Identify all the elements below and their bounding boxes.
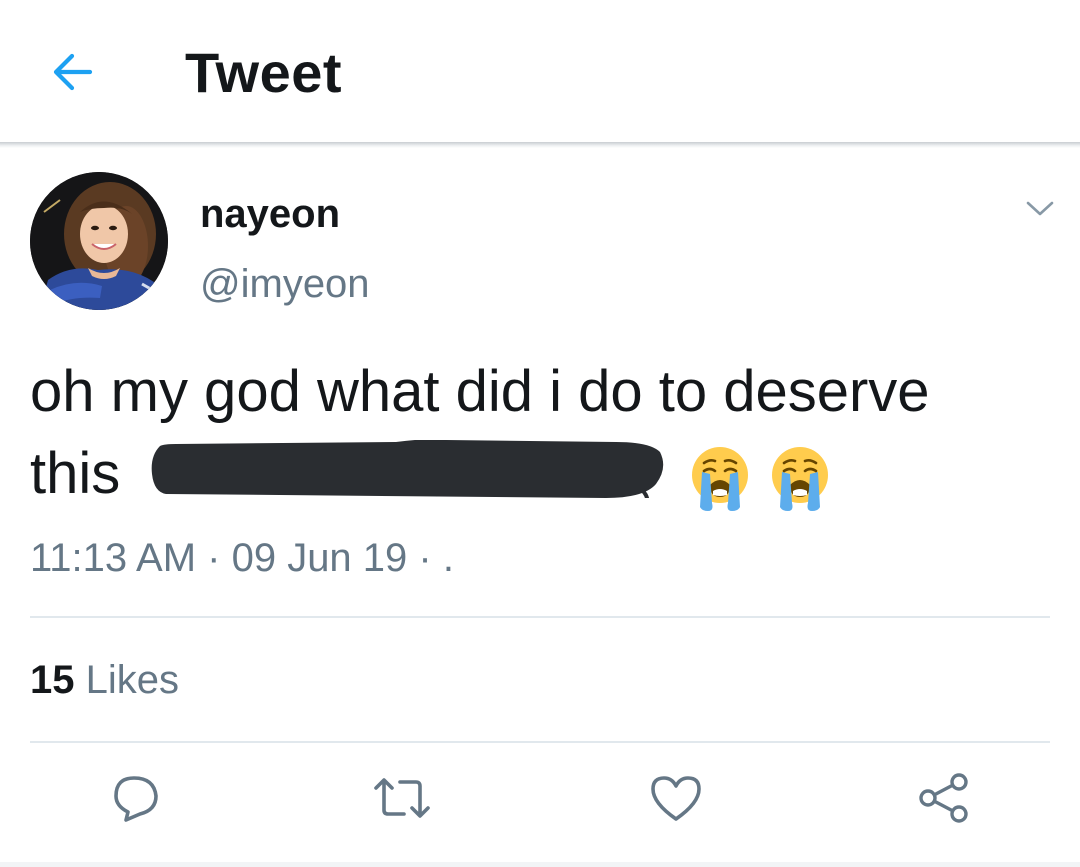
author-display-name[interactable]: nayeon bbox=[200, 192, 340, 237]
app-header: Tweet bbox=[0, 0, 1080, 142]
heart-icon bbox=[649, 773, 703, 828]
tweet-text-line-2: this bbox=[30, 441, 121, 506]
likes-label: Likes bbox=[85, 658, 180, 702]
header-divider bbox=[0, 142, 1080, 148]
retweet-button[interactable] bbox=[372, 770, 432, 830]
reply-button[interactable] bbox=[106, 770, 166, 830]
page-title: Tweet bbox=[185, 41, 343, 104]
tweet-text-line-1: oh my god what did i do to deserve bbox=[30, 359, 930, 424]
divider bbox=[30, 616, 1050, 618]
share-icon bbox=[917, 771, 971, 830]
reply-icon bbox=[110, 772, 162, 829]
arrow-left-icon bbox=[50, 52, 94, 97]
chevron-down-icon bbox=[1025, 200, 1055, 223]
author-handle[interactable]: @imyeon bbox=[200, 262, 370, 307]
loudly-crying-face-icon bbox=[764, 441, 836, 513]
like-button[interactable] bbox=[646, 770, 706, 830]
divider bbox=[30, 741, 1050, 743]
back-button[interactable] bbox=[44, 46, 100, 102]
share-button[interactable] bbox=[914, 770, 974, 830]
redaction-scribble bbox=[146, 439, 668, 507]
likes-count: 15 bbox=[30, 658, 75, 702]
bottom-divider bbox=[0, 862, 1080, 867]
tweet-timestamp: 11:13 AM · 09 Jun 19 · . bbox=[30, 536, 454, 580]
avatar[interactable] bbox=[30, 172, 168, 310]
likes-stat[interactable]: 15 Likes bbox=[30, 658, 179, 703]
retweet-icon bbox=[372, 772, 432, 829]
loudly-crying-face-icon bbox=[684, 441, 756, 513]
tweet-options-button[interactable] bbox=[1018, 196, 1062, 226]
